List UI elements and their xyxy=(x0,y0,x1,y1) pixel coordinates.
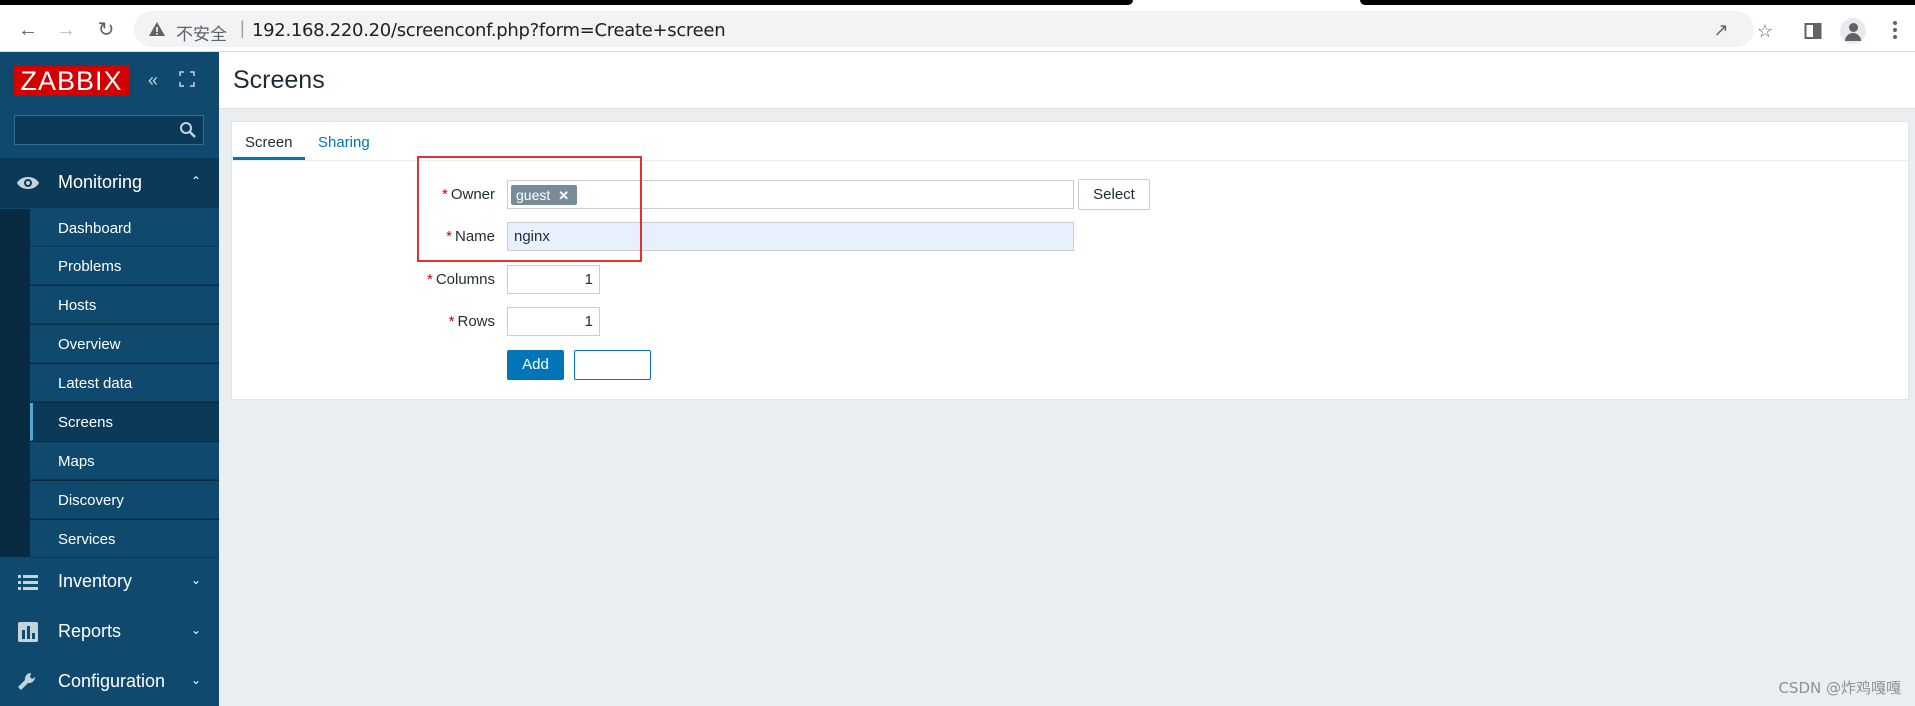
address-separator: | xyxy=(240,18,245,38)
required-marker: * xyxy=(448,313,455,330)
sidebar-search-input[interactable] xyxy=(14,115,204,145)
sidebar-item-label: Overview xyxy=(58,336,121,353)
sidebar-item-overview[interactable]: Overview xyxy=(30,325,219,363)
columns-label: * Columns xyxy=(395,271,495,288)
menu-inventory-label: Inventory xyxy=(58,571,133,591)
wrench-icon xyxy=(18,672,36,690)
menu-configuration[interactable]: Configuration ⌄ xyxy=(0,657,219,706)
rows-label-text: Rows xyxy=(457,313,495,330)
monitoring-submenu: Dashboard Problems Hosts Overview Latest… xyxy=(0,209,219,558)
collapse-sidebar-icon[interactable]: « xyxy=(148,70,158,91)
sidebar-item-label: Maps xyxy=(58,453,95,470)
add-button[interactable]: Add xyxy=(507,350,564,380)
chevron-up-icon: ⌃ xyxy=(190,174,201,188)
browser-menu-icon[interactable] xyxy=(1890,18,1900,44)
menu-monitoring[interactable]: Monitoring ⌃ xyxy=(0,158,219,208)
sidebar-item-screens[interactable]: Screens xyxy=(30,403,219,441)
url-text[interactable]: 192.168.220.20/screenconf.php?form=Creat… xyxy=(252,20,726,41)
tab-strip-left xyxy=(0,0,1133,5)
browser-toolbar: ← → ↻ 不安全 | 192.168.220.20/screenconf.ph… xyxy=(0,6,1915,52)
columns-label-text: Columns xyxy=(435,271,495,288)
tab-sharing[interactable]: Sharing xyxy=(318,134,370,151)
eye-icon xyxy=(17,177,39,189)
sidebar-item-label: Screens xyxy=(58,414,114,431)
insecure-label: 不安全 xyxy=(176,25,227,44)
page-header: Screens xyxy=(219,52,1915,109)
cancel-button[interactable] xyxy=(574,350,651,380)
chevron-down-icon: ⌄ xyxy=(190,623,201,637)
search-icon[interactable] xyxy=(179,121,197,139)
sidebar-item-discovery[interactable]: Discovery xyxy=(30,481,219,519)
tab-screen[interactable]: Screen xyxy=(245,134,293,151)
active-tab-indicator xyxy=(233,157,305,160)
kiosk-mode-icon[interactable] xyxy=(178,70,196,93)
select-owner-button[interactable]: Select xyxy=(1078,179,1150,210)
profile-avatar-icon[interactable] xyxy=(1840,18,1866,44)
bookmark-star-icon[interactable]: ☆ xyxy=(1752,18,1778,44)
reload-icon[interactable]: ↻ xyxy=(92,16,120,44)
sidebar-item-label: Problems xyxy=(58,258,122,275)
chevron-down-icon: ⌄ xyxy=(190,573,201,587)
back-icon[interactable]: ← xyxy=(14,16,42,44)
sidebar-item-label: Hosts xyxy=(58,297,97,314)
address-bar[interactable]: 不安全 | 192.168.220.20/screenconf.php?form… xyxy=(134,11,1754,47)
list-icon xyxy=(18,575,38,590)
sidebar-item-services[interactable]: Services xyxy=(30,520,219,558)
menu-reports-label: Reports xyxy=(58,621,122,641)
rows-label: * Rows xyxy=(395,313,495,330)
sidebar-item-label: Latest data xyxy=(58,375,133,392)
tab-strip-right xyxy=(1360,0,1915,5)
chevron-down-icon: ⌄ xyxy=(190,673,201,687)
sidebar-item-problems[interactable]: Problems xyxy=(30,247,219,285)
menu-reports[interactable]: Reports ⌄ xyxy=(0,607,219,657)
sidebar-item-label: Dashboard xyxy=(58,220,132,237)
warning-icon xyxy=(149,22,165,36)
watermark: CSDN @炸鸡嘎嘎 xyxy=(1778,679,1901,697)
share-icon[interactable]: ↗ xyxy=(1710,19,1732,41)
columns-field[interactable] xyxy=(507,265,600,294)
sidebar-item-dashboard[interactable]: Dashboard xyxy=(30,209,219,247)
page-title: Screens xyxy=(233,66,325,94)
sidebar-item-label: Services xyxy=(58,531,116,548)
rows-field[interactable] xyxy=(507,307,600,336)
sidebar-item-hosts[interactable]: Hosts xyxy=(30,286,219,324)
menu-configuration-label: Configuration xyxy=(58,671,166,691)
menu-monitoring-label: Monitoring xyxy=(58,172,143,192)
annotation-highlight-box xyxy=(417,156,642,262)
forward-icon[interactable]: → xyxy=(52,16,80,44)
sidebar: ZABBIX « Monitoring ⌃ Dashboard Problems… xyxy=(0,52,219,706)
menu-inventory[interactable]: Inventory ⌄ xyxy=(0,557,219,607)
bar-chart-icon xyxy=(18,622,38,642)
sidebar-item-latest-data[interactable]: Latest data xyxy=(30,364,219,402)
required-marker: * xyxy=(426,271,433,288)
zabbix-logo[interactable]: ZABBIX xyxy=(14,66,129,96)
sidebar-item-label: Discovery xyxy=(58,492,124,509)
side-panel-icon[interactable] xyxy=(1800,18,1826,44)
sidebar-item-maps[interactable]: Maps xyxy=(30,442,219,480)
